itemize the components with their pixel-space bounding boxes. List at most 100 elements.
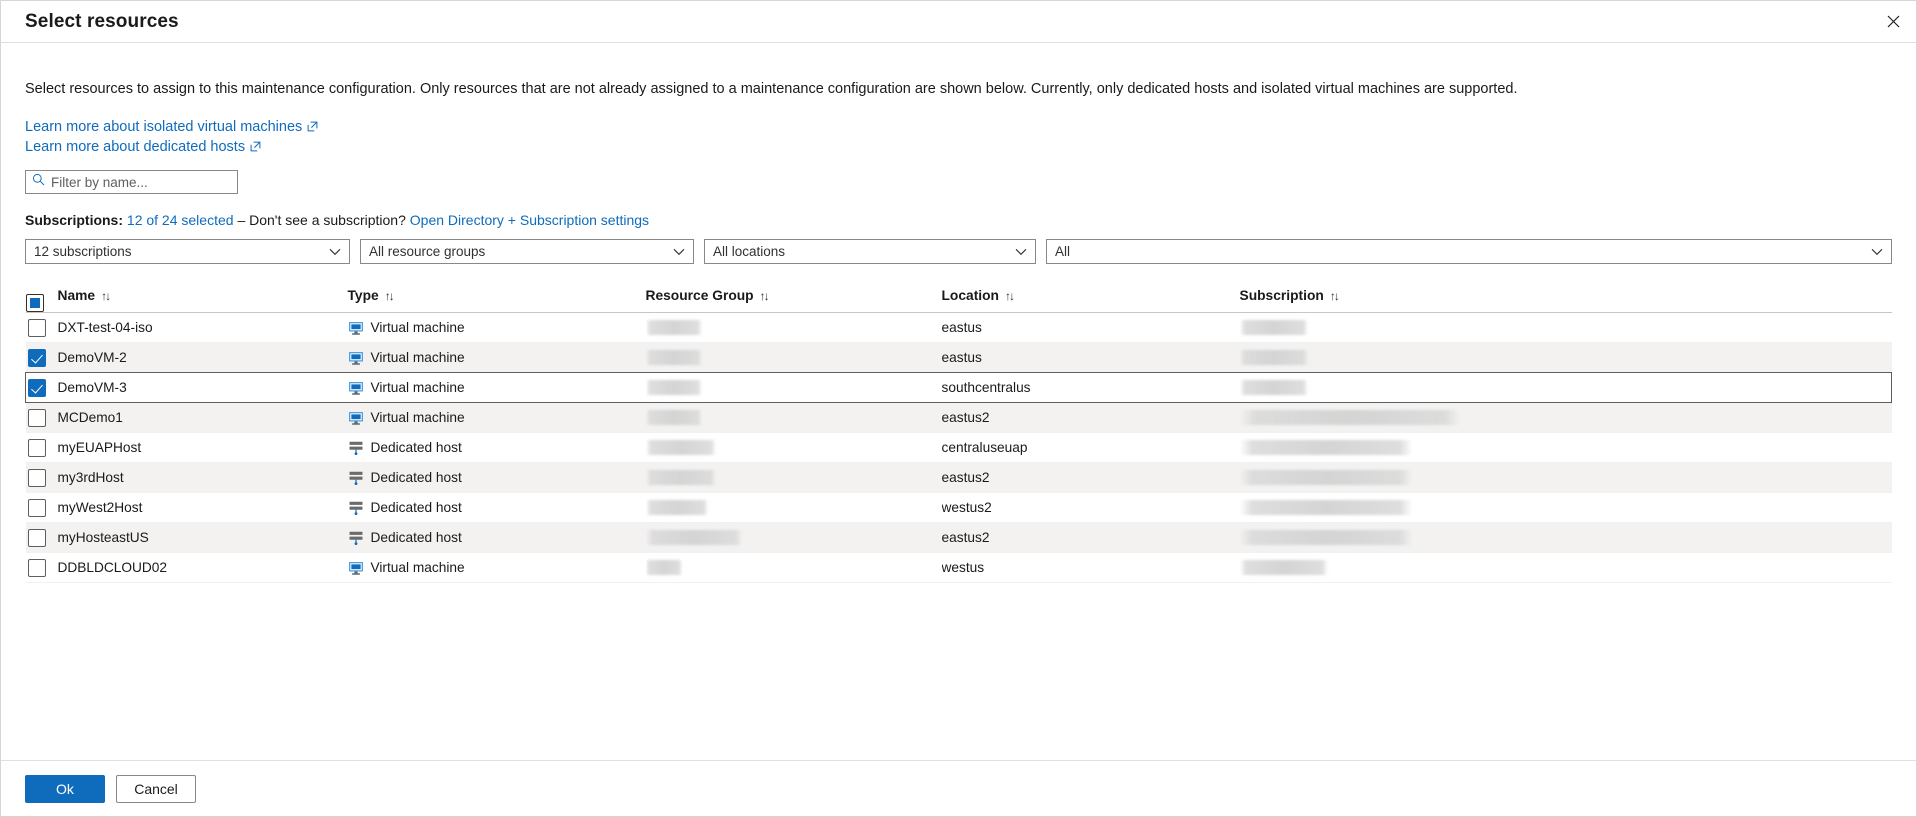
subscription-filter-dropdown[interactable]: 12 subscriptions [25,239,350,264]
cell-location: eastus2 [942,523,1240,553]
cell-type: Virtual machine [347,372,646,403]
table-row[interactable]: DemoVM-3 Virtual machine southcentralus [25,372,1892,403]
column-label: Location [941,288,1000,303]
dialog-footer: Ok Cancel [1,760,1916,816]
resource-location: eastus2 [941,530,990,545]
redacted-subscription [1239,560,1328,576]
sort-icon[interactable]: ↑↓ [760,289,770,303]
cell-subscription [1239,403,1892,433]
row-select-cell[interactable] [26,553,58,583]
cell-name: DDBLDCLOUD02 [58,553,348,583]
cell-subscription [1239,372,1892,403]
resource-group-filter-dropdown[interactable]: All resource groups [360,239,694,264]
location-filter-dropdown[interactable]: All locations [704,239,1036,264]
cell-type: Virtual machine [348,313,646,343]
cell-name: DemoVM-2 [58,343,348,373]
redacted-resource-group [645,530,742,546]
table-row[interactable]: my3rdHost Dedicated host eastus2 [25,462,1892,493]
virtual-machine-glyph [348,351,363,365]
table-row[interactable]: MCDemo1 Virtual machine eastus2 [25,402,1892,433]
filter-dropdowns: 12 subscriptions All resource groups All… [25,239,1892,264]
cell-type: Dedicated host [348,433,646,463]
dedicated-host-glyph [349,471,362,485]
table-row[interactable]: myEUAPHost Dedicated host centraluseuap [25,433,1892,463]
cell-resource-group [645,343,942,373]
table-row[interactable]: DXT-test-04-iso Virtual machine eastus [25,313,1892,343]
row-select-cell[interactable] [25,372,58,403]
cell-name: myWest2Host [58,493,348,523]
cell-location: eastus2 [942,463,1240,493]
open-directory-subscription-settings-link[interactable]: Open Directory + Subscription settings [410,212,649,228]
row-checkbox[interactable] [27,468,46,487]
row-select-cell[interactable] [26,493,58,523]
external-link-icon [250,139,261,158]
row-select-cell[interactable] [26,523,58,553]
link-isolated-virtual-machines[interactable]: Learn more about isolated virtual machin… [25,118,318,138]
table-row[interactable]: DemoVM-2 Virtual machine eastus [25,342,1892,373]
column-header-location[interactable]: Location ↑↓ [941,288,1240,313]
dedicated-host-icon [348,470,364,486]
cancel-button[interactable]: Cancel [116,774,196,803]
row-checkbox[interactable] [27,348,46,367]
cell-resource-group [645,493,942,523]
select-resources-dialog: Select resources Select resources to ass… [0,0,1917,817]
subscriptions-selected-link[interactable]: 12 of 24 selected [127,212,234,228]
row-checkbox[interactable] [27,558,46,577]
type-filter-dropdown[interactable]: All [1046,239,1892,264]
description-text: Select resources to assign to this maint… [25,81,1518,97]
row-select-cell[interactable] [26,403,58,433]
page-title: Select resources [25,10,179,32]
link-label: Learn more about isolated virtual machin… [25,119,303,135]
chevron-down-icon [1015,244,1027,259]
sort-icon[interactable]: ↑↓ [1005,289,1015,303]
column-header-name[interactable]: Name ↑↓ [57,288,348,313]
row-checkbox[interactable] [27,498,46,517]
column-header-resource-group[interactable]: Resource Group ↑↓ [645,288,942,313]
dropdown-value: All [1055,244,1071,259]
cell-resource-group [645,523,942,553]
table-header-row: Name ↑↓ Type ↑↓ Resource Group ↑↓ Location ↑… [25,288,1892,313]
table-row[interactable]: DDBLDCLOUD02 Virtual machine westus [25,553,1892,583]
dialog-titlebar: Select resources [1,1,1916,43]
link-label: Learn more about dedicated hosts [25,139,246,155]
row-checkbox[interactable] [27,438,46,457]
row-checkbox[interactable] [27,318,46,337]
resource-name: DemoVM-3 [57,380,127,395]
close-icon[interactable] [1870,1,1916,42]
row-select-cell[interactable] [26,313,58,343]
cell-subscription [1239,523,1892,553]
resource-name: MCDemo1 [57,410,123,425]
row-checkbox[interactable] [27,528,46,547]
filter-by-name-box[interactable] [25,170,238,194]
cell-location: westus [942,553,1240,583]
resource-location: eastus2 [941,410,990,425]
cell-resource-group [645,403,942,433]
sort-icon[interactable]: ↑↓ [385,289,395,303]
link-dedicated-hosts[interactable]: Learn more about dedicated hosts [25,138,261,158]
column-label: Resource Group [645,288,754,303]
search-input[interactable] [51,174,231,190]
row-select-cell[interactable] [26,463,58,493]
column-header-subscription[interactable]: Subscription ↑↓ [1239,288,1892,313]
search-icon [32,173,45,191]
redacted-resource-group [645,410,702,426]
virtual-machine-icon [348,560,364,576]
table-header: Name ↑↓ Type ↑↓ Resource Group ↑↓ Location ↑… [25,288,1892,313]
table-row[interactable]: myWest2Host Dedicated host westus2 [25,493,1892,523]
resource-type: Virtual machine [370,320,465,335]
select-all-checkbox[interactable] [25,294,44,312]
redacted-resource-group [645,500,708,516]
row-checkbox[interactable] [28,378,46,397]
column-header-type[interactable]: Type ↑↓ [347,288,646,313]
cell-type: Dedicated host [348,523,646,553]
row-select-cell[interactable] [26,343,58,373]
dedicated-host-icon [348,440,364,456]
table-row[interactable]: myHosteastUS Dedicated host eastus2 [25,522,1892,553]
redacted-subscription [1239,470,1412,486]
sort-icon[interactable]: ↑↓ [101,289,111,303]
row-checkbox[interactable] [27,408,46,427]
sort-icon[interactable]: ↑↓ [1330,289,1340,303]
dedicated-host-glyph [349,501,362,515]
row-select-cell[interactable] [26,433,58,463]
ok-button[interactable]: Ok [25,774,105,803]
